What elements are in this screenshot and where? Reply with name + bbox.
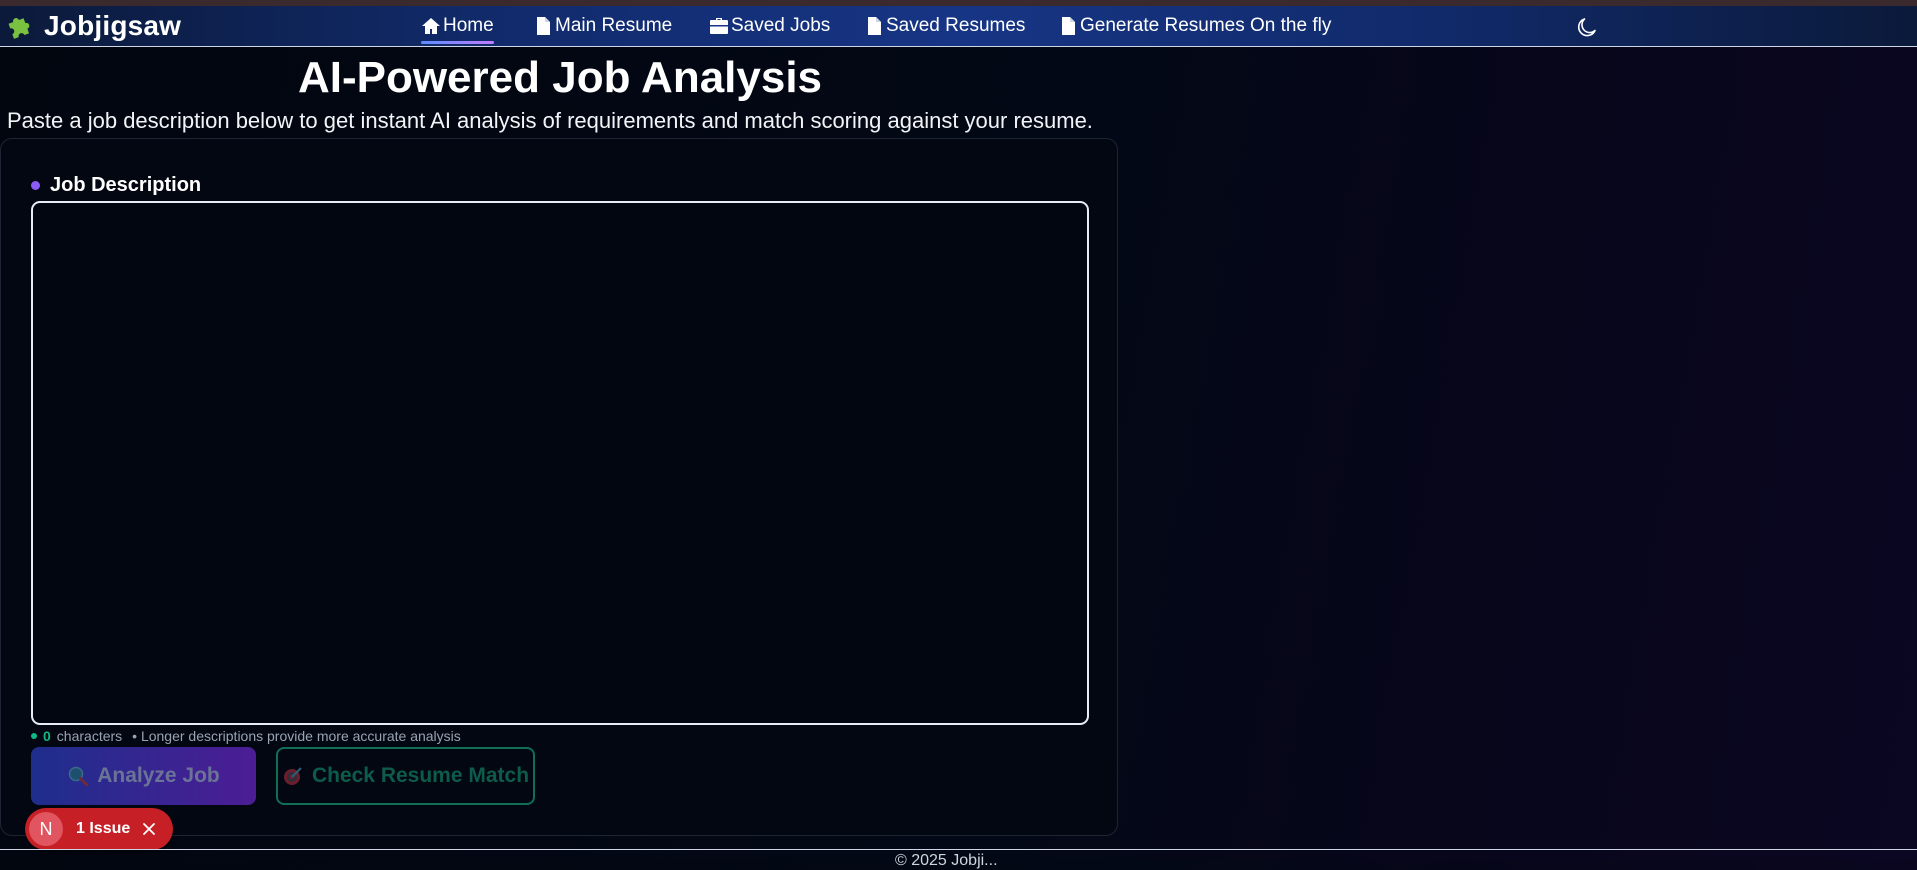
character-counter: 0 characters • Longer descriptions provi… [31, 728, 461, 744]
nav-item-label: Home [443, 15, 494, 36]
nav-item-saved-jobs[interactable]: Saved Jobs [709, 14, 830, 38]
nav-item-saved-resumes[interactable]: Saved Resumes [864, 14, 1025, 38]
char-hint: • Longer descriptions provide more accur… [132, 728, 461, 744]
footer-copyright: © 2025 Jobji... [895, 852, 998, 869]
brand[interactable]: Jobjigsaw [4, 10, 181, 42]
char-count-suffix: characters [56, 728, 123, 744]
target-icon [283, 767, 302, 785]
briefcase-icon [710, 18, 728, 34]
moon-icon[interactable] [1575, 15, 1599, 39]
status-dot-icon [31, 733, 37, 739]
analyze-job-button[interactable]: Analyze Job [31, 747, 256, 805]
document-icon [537, 17, 550, 35]
active-nav-indicator [421, 41, 494, 44]
analyze-job-label: Analyze Job [97, 764, 220, 787]
magnifier-icon [68, 766, 89, 787]
nav-item-label: Main Resume [555, 15, 673, 36]
home-icon [422, 18, 440, 34]
nav-item-label: Saved Resumes [886, 15, 1026, 36]
next-logo-icon: N [29, 812, 63, 846]
page-title: AI-Powered Job Analysis [297, 53, 823, 102]
nav-item-label: Generate Resumes On the fly [1080, 15, 1332, 36]
job-description-label-text: Job Description [50, 174, 202, 196]
page-subtitle: Paste a job description below to get ins… [7, 108, 1093, 133]
label-dot-icon [31, 181, 40, 190]
nav-item-main-resume[interactable]: Main Resume [533, 14, 672, 38]
char-count-value: 0 [43, 728, 51, 744]
job-description-label: Job Description [31, 174, 201, 197]
nav-item-home[interactable]: Home [421, 14, 494, 44]
nav-item-label: Saved Jobs [731, 15, 831, 36]
navbar: Jobjigsaw Home Main Resume Saved Jobs Sa… [0, 6, 1917, 47]
check-resume-match-label: Check Resume Match [311, 764, 530, 787]
nav-item-generate-resumes[interactable]: Generate Resumes On the fly [1058, 14, 1331, 38]
job-description-textarea[interactable] [31, 201, 1089, 725]
check-resume-match-button[interactable]: Check Resume Match [276, 747, 535, 805]
document-icon [868, 17, 881, 35]
puzzle-icon [8, 18, 30, 39]
document-icon [1062, 17, 1075, 35]
brand-name: Jobjigsaw [44, 10, 182, 41]
issues-count: 1 Issue [76, 820, 131, 837]
issues-badge[interactable]: N 1 Issue [25, 808, 173, 850]
close-icon[interactable] [142, 822, 156, 836]
footer-divider [0, 849, 1917, 850]
